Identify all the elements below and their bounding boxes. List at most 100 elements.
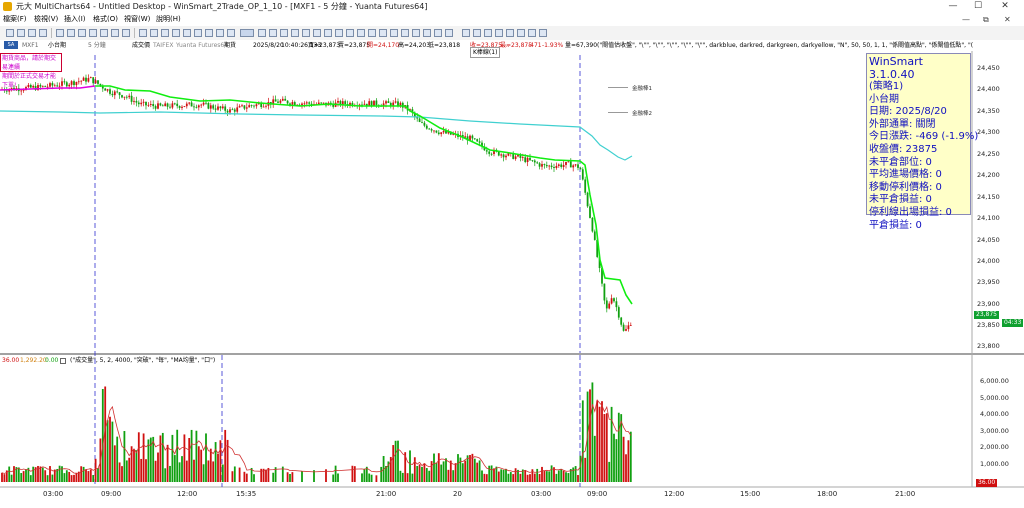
volume-bar xyxy=(536,468,539,482)
format-icon[interactable] xyxy=(89,29,97,37)
zoom-out-icon[interactable] xyxy=(150,29,158,37)
candle-body xyxy=(514,156,517,159)
time-tick: 09:00 xyxy=(101,490,122,498)
zoom-in-icon[interactable] xyxy=(139,29,147,37)
time-tick: 12:00 xyxy=(177,490,198,498)
grid-icon[interactable] xyxy=(313,29,321,37)
save-icon[interactable] xyxy=(28,29,36,37)
analysis-icon[interactable] xyxy=(401,29,409,37)
candle-body xyxy=(627,325,630,330)
fib-icon[interactable] xyxy=(216,29,224,37)
dom-icon[interactable] xyxy=(390,29,398,37)
info-line: 收盤價: 23875 xyxy=(869,143,938,155)
prev-bar-icon[interactable] xyxy=(473,29,481,37)
data-window-icon[interactable] xyxy=(324,29,332,37)
candle-body xyxy=(613,298,615,302)
line-chart-icon[interactable] xyxy=(291,29,299,37)
volume-header-value: 0.00 xyxy=(45,357,59,364)
order-icon[interactable] xyxy=(379,29,387,37)
cut-icon[interactable] xyxy=(56,29,64,37)
menu-format[interactable]: 格式(O) xyxy=(93,13,118,26)
last-bar-icon[interactable] xyxy=(506,29,514,37)
refresh-icon[interactable] xyxy=(346,29,354,37)
stop-icon[interactable] xyxy=(539,29,547,37)
volume-bar xyxy=(116,436,119,482)
volume-bar xyxy=(121,466,123,482)
report-icon[interactable] xyxy=(445,29,453,37)
strategy-icon[interactable] xyxy=(122,29,130,37)
candle-body xyxy=(152,104,155,107)
portfolio-icon[interactable] xyxy=(412,29,420,37)
trendline-icon[interactable] xyxy=(194,29,202,37)
text-icon[interactable] xyxy=(205,29,213,37)
line-icon[interactable] xyxy=(183,29,191,37)
volume-bar xyxy=(430,461,433,482)
close-button[interactable]: ✕ xyxy=(995,0,1015,13)
doc-close-button[interactable]: ✕ xyxy=(1004,13,1011,26)
volume-bar xyxy=(375,475,378,482)
alert-icon[interactable] xyxy=(368,29,376,37)
menu-file[interactable]: 檔案(F) xyxy=(3,13,27,26)
candle-body xyxy=(567,161,570,163)
channel-icon[interactable] xyxy=(227,29,235,37)
price-tick: 23,850 xyxy=(977,321,1000,329)
minimize-button[interactable]: — xyxy=(943,0,963,13)
volume-bar xyxy=(409,450,411,482)
volume-bar xyxy=(601,401,603,482)
print-icon[interactable] xyxy=(39,29,47,37)
scroll-icon[interactable] xyxy=(357,29,365,37)
menu-view[interactable]: 檢視(V) xyxy=(34,13,58,26)
volume-header-value: 1,292.20 xyxy=(20,357,47,364)
first-bar-icon[interactable] xyxy=(462,29,470,37)
next-bar-icon[interactable] xyxy=(495,29,503,37)
candle-body xyxy=(591,217,594,232)
menu-window[interactable]: 視窗(W) xyxy=(124,13,150,26)
cursor-icon[interactable] xyxy=(161,29,169,37)
price-tick: 24,150 xyxy=(977,193,1000,201)
candle-body xyxy=(605,300,608,309)
new-icon[interactable] xyxy=(6,29,14,37)
doc-restore-button[interactable]: ⧉ xyxy=(983,13,989,26)
chart-settings-icon[interactable] xyxy=(335,29,343,37)
crosshair-icon[interactable] xyxy=(172,29,180,37)
auto-trade-tag[interactable]: SA xyxy=(4,41,18,49)
candle-body xyxy=(123,96,126,98)
market-icon[interactable] xyxy=(434,29,442,37)
volume-bar xyxy=(490,465,493,482)
candle-body xyxy=(109,89,111,94)
indicator-icon[interactable] xyxy=(111,29,119,37)
volume-bar xyxy=(469,455,471,482)
drawing-tool-dropdown-icon[interactable] xyxy=(240,29,254,37)
symbol-icon[interactable] xyxy=(100,29,108,37)
speed-icon[interactable] xyxy=(517,29,525,37)
replay-icon[interactable] xyxy=(528,29,536,37)
candle-body xyxy=(188,102,191,104)
candle-body xyxy=(104,88,107,91)
copy-icon[interactable] xyxy=(67,29,75,37)
candle-body xyxy=(586,192,589,207)
arrow-icon[interactable] xyxy=(258,29,266,37)
indicator-toggle-icon[interactable] xyxy=(60,358,66,364)
menu-help[interactable]: 說明(H) xyxy=(156,13,181,26)
paste-icon[interactable] xyxy=(78,29,86,37)
volume-bar xyxy=(157,452,159,482)
open-icon[interactable] xyxy=(17,29,25,37)
bar-chart-icon[interactable] xyxy=(269,29,277,37)
candle-body xyxy=(89,77,92,79)
candle-body xyxy=(565,161,567,165)
menu-insert[interactable]: 插入(I) xyxy=(64,13,86,26)
volume-bar xyxy=(514,468,517,482)
candle-icon[interactable] xyxy=(280,29,288,37)
maximize-button[interactable]: ☐ xyxy=(968,0,988,13)
volume-bar xyxy=(538,474,541,482)
scanner-icon[interactable] xyxy=(423,29,431,37)
pointfig-icon[interactable] xyxy=(302,29,310,37)
volume-bar xyxy=(452,470,455,482)
volume-bar xyxy=(233,466,236,482)
doc-minimize-button[interactable]: — xyxy=(962,13,970,26)
time-tick: 03:00 xyxy=(43,490,64,498)
info-line: 移動停利價格: 0 xyxy=(869,181,942,193)
candle-body xyxy=(116,91,119,93)
play-icon[interactable] xyxy=(484,29,492,37)
candle-body xyxy=(428,128,431,130)
